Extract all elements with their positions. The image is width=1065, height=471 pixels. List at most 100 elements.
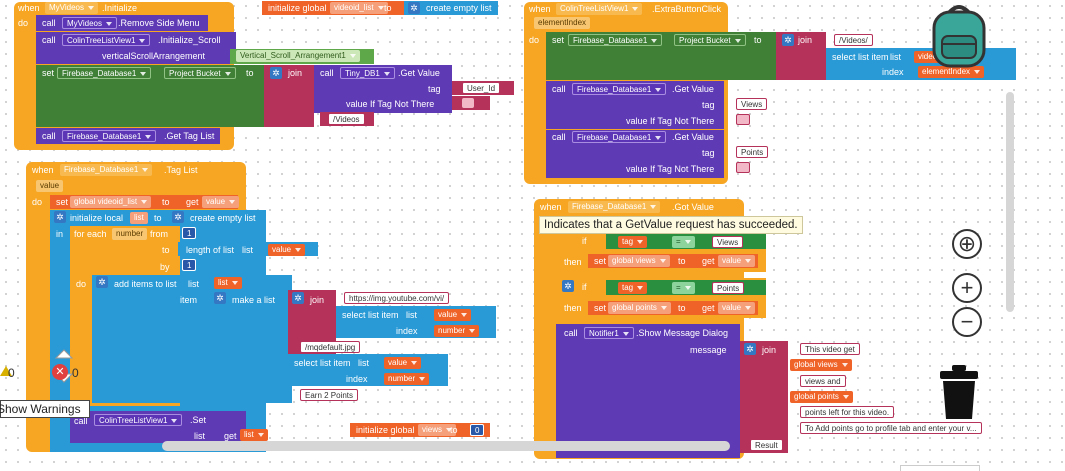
show-warnings-button[interactable]: Show Warnings — [0, 400, 90, 418]
index-label: index — [396, 326, 418, 336]
local-name[interactable]: list — [130, 212, 148, 224]
variable-dropdown[interactable]: global points — [608, 302, 671, 314]
get-number-dropdown[interactable]: number — [384, 373, 430, 385]
component-dropdown[interactable]: ColinTreeListView1 — [556, 3, 643, 15]
points-text[interactable]: Points — [736, 146, 769, 158]
views-text[interactable]: Views — [736, 98, 768, 110]
message-text-1[interactable]: This video get — [800, 343, 860, 355]
points-text[interactable]: Points — [712, 282, 745, 294]
gear-icon[interactable]: ✲ — [96, 276, 108, 288]
gear-icon[interactable]: ✲ — [562, 280, 574, 292]
component-dropdown[interactable]: Firebase_Database1 — [57, 67, 152, 79]
get-number-dropdown[interactable]: number — [434, 325, 480, 337]
element-index-param[interactable]: elementIndex — [534, 17, 591, 29]
get-list-dropdown[interactable]: list — [240, 429, 268, 441]
views-text[interactable]: Views — [712, 236, 744, 248]
call-label: call — [552, 84, 566, 94]
method-label: .Get Value — [672, 84, 714, 94]
do-label: do — [18, 18, 29, 28]
set-label: set — [56, 197, 69, 207]
gear-icon[interactable]: ✲ — [292, 292, 304, 304]
call-label: call — [42, 35, 56, 45]
zoom-in-icon[interactable]: + — [952, 273, 982, 303]
get-value-dropdown[interactable]: value — [718, 302, 756, 314]
get-global-views[interactable]: global views — [790, 359, 852, 371]
component-dropdown[interactable]: Firebase_Database1 — [572, 83, 667, 95]
empty-text[interactable] — [736, 162, 750, 173]
component-dropdown[interactable]: Firebase_Database1 — [568, 34, 663, 46]
get-tag-dropdown[interactable]: tag — [618, 236, 648, 248]
make-a-list-block[interactable] — [210, 290, 290, 400]
url-prefix-text[interactable]: https://img.youtube.com/vi/ — [344, 292, 450, 304]
get-tag-dropdown[interactable]: tag — [618, 282, 648, 294]
call-label: call — [42, 18, 56, 28]
user-id-text[interactable]: User_Id — [462, 82, 501, 94]
backpack-icon[interactable] — [928, 0, 990, 70]
get-value-dropdown[interactable]: value — [268, 244, 306, 256]
loop-var[interactable]: number — [112, 228, 148, 240]
component-dropdown[interactable]: Firebase_Database1 — [62, 130, 157, 142]
url-suffix-text[interactable]: /mqdefault.jpg — [300, 341, 361, 353]
when-label: when — [540, 202, 562, 212]
trash-icon[interactable] — [938, 363, 980, 421]
vertical-scrollbar[interactable] — [1006, 92, 1014, 312]
when-label: when — [32, 165, 54, 175]
equals-dropdown[interactable]: = — [672, 282, 695, 294]
list-label: list — [188, 279, 199, 289]
videos-text[interactable]: /Videos/ — [834, 34, 873, 46]
get-value-dropdown[interactable]: value — [384, 357, 422, 369]
by-number[interactable]: 1 — [182, 259, 197, 271]
arrangement-dropdown[interactable]: Vertical_Scroll_Arrangement1 — [236, 50, 360, 62]
horizontal-scrollbar[interactable] — [162, 441, 730, 451]
component-dropdown[interactable]: Tiny_DB1 — [340, 67, 395, 79]
gear-icon[interactable]: ✲ — [782, 34, 794, 46]
from-number[interactable]: 1 — [182, 227, 197, 239]
variable-dropdown[interactable]: global videoid_list — [70, 196, 152, 208]
value-param[interactable]: value — [36, 180, 64, 192]
property-dropdown[interactable]: Project Bucket — [164, 67, 236, 79]
property-dropdown[interactable]: Project Bucket — [674, 34, 746, 46]
gear-icon[interactable]: ✲ — [744, 343, 756, 355]
gear-icon[interactable]: ✲ — [270, 67, 282, 79]
earn-points-text[interactable]: Earn 2 Points — [300, 389, 359, 401]
add-items-label: add items to list — [114, 279, 177, 289]
component-dropdown[interactable]: Firebase_Database1 — [572, 131, 667, 143]
component-dropdown[interactable]: ColinTreeListView1 — [94, 414, 183, 426]
gear-icon[interactable]: ✲ — [54, 211, 66, 223]
component-dropdown[interactable]: MyVideos — [62, 17, 117, 29]
number-block[interactable]: 0 — [470, 424, 485, 436]
message-text-3[interactable]: points left for this video. — [800, 406, 895, 418]
make-list-label: make a list — [232, 295, 276, 305]
empty-text[interactable] — [736, 114, 750, 125]
get-global-points[interactable]: global points — [790, 391, 853, 403]
variable-name[interactable]: videoid_list — [330, 2, 388, 14]
warning-count: 0 — [8, 366, 15, 380]
empty-text[interactable] — [462, 98, 474, 108]
if-label: if — [582, 236, 587, 246]
message-text-2[interactable]: views and — [800, 375, 846, 387]
get-list-dropdown[interactable]: list — [214, 277, 242, 289]
message-text-4[interactable]: To Add points go to profile tab and ente… — [800, 422, 982, 434]
vitnt-label: value If Tag Not There — [626, 116, 715, 126]
component-dropdown[interactable]: ColinTreeListView1 — [62, 34, 151, 46]
get-value-dropdown[interactable]: value — [718, 255, 756, 267]
get-value-dropdown[interactable]: value — [202, 196, 240, 208]
gear-icon[interactable]: ✲ — [214, 292, 226, 304]
component-dropdown[interactable]: Notifier1 — [584, 327, 634, 339]
center-icon[interactable]: ⊕ — [952, 229, 982, 259]
videos-text[interactable]: /Videos — [328, 113, 365, 125]
component-dropdown[interactable]: Firebase_Database1 — [568, 201, 661, 213]
component-dropdown[interactable]: MyVideos — [45, 2, 98, 14]
equals-dropdown[interactable]: = — [672, 236, 695, 248]
result-text[interactable]: Result — [750, 439, 783, 451]
get-value-dropdown[interactable]: value — [434, 309, 472, 321]
create-list-label: create empty list — [190, 213, 256, 223]
component-dropdown[interactable]: Firebase_Database1 — [60, 164, 153, 176]
param-label: verticalScrollArrangement — [102, 51, 206, 61]
bottom-right-box — [900, 465, 980, 471]
join-block[interactable] — [740, 341, 788, 453]
variable-dropdown[interactable]: global views — [608, 255, 670, 267]
zoom-out-icon[interactable]: − — [952, 307, 982, 337]
gear-icon[interactable]: ✲ — [408, 2, 420, 14]
gear-icon[interactable]: ✲ — [172, 211, 184, 223]
